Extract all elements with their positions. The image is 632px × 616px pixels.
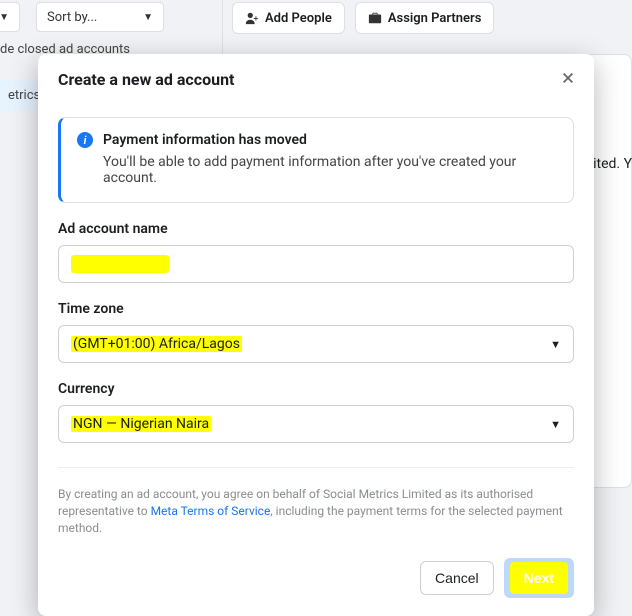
currency-select[interactable]: NGN — Nigerian Naira ▼ xyxy=(58,405,574,443)
close-icon xyxy=(561,71,575,85)
time-zone-label: Time zone xyxy=(58,301,574,317)
time-zone-select[interactable]: (GMT+01:00) Africa/Lagos ▼ xyxy=(58,325,574,363)
legal-text: By creating an ad account, you agree on … xyxy=(58,467,574,536)
ad-account-name-input[interactable] xyxy=(58,245,574,283)
info-box: i Payment information has moved You'll b… xyxy=(58,117,574,203)
currency-label: Currency xyxy=(58,381,574,397)
cancel-button[interactable]: Cancel xyxy=(420,561,494,595)
next-button[interactable]: Next xyxy=(510,562,568,594)
modal-title: Create a new ad account xyxy=(58,70,574,89)
close-button[interactable] xyxy=(558,68,578,88)
redacted-name-value xyxy=(71,255,169,273)
chevron-down-icon: ▼ xyxy=(550,338,561,351)
create-ad-account-modal: Create a new ad account i Payment inform… xyxy=(38,54,594,616)
ad-account-name-label: Ad account name xyxy=(58,221,574,237)
info-body: You'll be able to add payment informatio… xyxy=(103,154,557,186)
chevron-down-icon: ▼ xyxy=(550,418,561,431)
time-zone-value: (GMT+01:00) Africa/Lagos xyxy=(71,336,242,352)
currency-value: NGN — Nigerian Naira xyxy=(71,416,211,432)
info-icon: i xyxy=(77,132,93,148)
info-title: Payment information has moved xyxy=(103,132,307,148)
next-button-highlight: Next xyxy=(504,558,574,598)
modal-footer: Cancel Next xyxy=(58,558,574,598)
modal-overlay: Create a new ad account i Payment inform… xyxy=(0,0,632,506)
